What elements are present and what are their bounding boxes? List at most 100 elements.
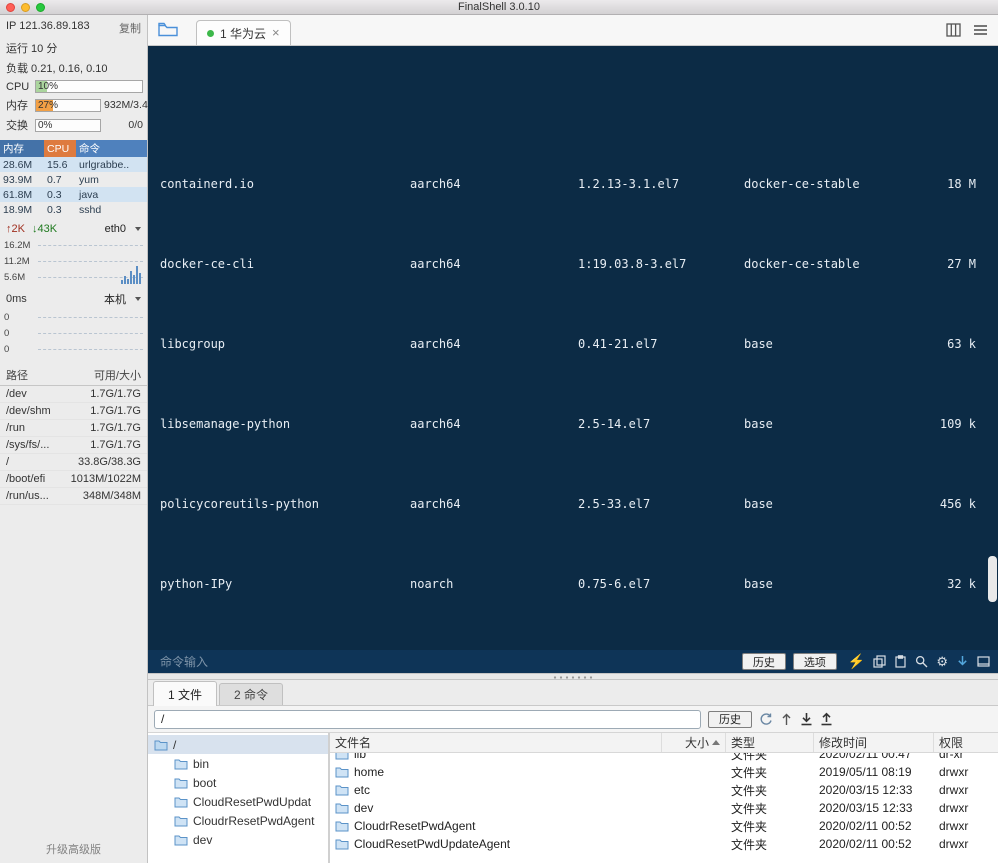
process-col-command[interactable]: 命令 <box>76 140 147 157</box>
terminal-package-line: policycoreutils-python aarch64 2.5-33.el… <box>160 497 976 511</box>
ping-header: 0ms 本机 <box>0 285 147 307</box>
terminal-scrollbar-thumb[interactable] <box>988 556 997 602</box>
menu-icon[interactable] <box>973 23 988 37</box>
copy-ip-button[interactable]: 复制 <box>119 20 141 36</box>
path-input[interactable]: / <box>154 709 701 729</box>
memory-progressbar: 27% <box>35 98 101 112</box>
window-title: FinalShell 3.0.10 <box>458 1 540 13</box>
cpu-progressbar: 10% <box>35 80 143 93</box>
disk-col-free[interactable]: 可用/大小 <box>59 365 147 386</box>
column-size[interactable]: 大小 <box>662 733 726 752</box>
folder-icon <box>335 785 349 796</box>
bottom-panel: 1 文件 2 命令 / 历史 / bin boot CloudResetPwdU… <box>148 680 998 863</box>
close-tab-icon[interactable]: × <box>272 26 280 39</box>
column-type[interactable]: 类型 <box>726 733 814 752</box>
cpu-label: CPU <box>6 80 30 93</box>
terminal-package-line: libcgroup aarch64 0.41-21.el7 base 63 k <box>160 337 976 351</box>
sort-asc-icon <box>712 740 720 745</box>
disk-row: /dev/shm 1.7G/1.7G <box>0 402 147 420</box>
close-window-button[interactable] <box>6 3 15 12</box>
network-upload-rate: ↑2K <box>6 223 25 235</box>
connection-manager-folder-icon[interactable] <box>158 22 178 37</box>
process-col-cpu[interactable]: CPU <box>44 140 76 157</box>
terminal-package-line: python-IPy noarch 0.75-6.el7 base 32 k <box>160 577 976 591</box>
upgrade-premium-link[interactable]: 升级高级版 <box>0 841 147 857</box>
file-list-header: 文件名 大小 类型 修改时间 权限 <box>330 733 998 753</box>
bottom-tabbar: 1 文件 2 命令 <box>148 680 998 706</box>
paste-icon[interactable] <box>894 655 907 668</box>
disk-row: /sys/fs/... 1.7G/1.7G <box>0 436 147 454</box>
tree-item[interactable]: bin <box>148 754 328 773</box>
file-row[interactable]: etc 文件夹 2020/03/15 12:33 drwxr <box>330 781 998 799</box>
ping-graph: 0 0 0 <box>4 309 143 357</box>
terminal-output[interactable]: containerd.io aarch64 1.2.13-3.1.el7 doc… <box>148 46 998 650</box>
file-row[interactable]: lib 文件夹 2020/02/11 00:47 dr-xr <box>330 753 998 763</box>
tab-commands[interactable]: 2 命令 <box>219 683 284 705</box>
grid-view-icon[interactable] <box>946 23 961 37</box>
path-history-button[interactable]: 历史 <box>708 710 752 728</box>
column-mtime[interactable]: 修改时间 <box>814 733 934 752</box>
folder-icon <box>335 803 349 814</box>
swap-percent: 0% <box>38 119 53 131</box>
column-filename[interactable]: 文件名 <box>330 733 662 752</box>
zoom-window-button[interactable] <box>36 3 45 12</box>
swap-label: 交换 <box>6 120 28 132</box>
disk-row: /run 1.7G/1.7G <box>0 419 147 437</box>
file-row[interactable]: CloudResetPwdUpdateAgent 文件夹 2020/02/11 … <box>330 835 998 853</box>
command-options-button[interactable]: 选项 <box>792 653 837 670</box>
disk-table: 路径 可用/大小 /dev 1.7G/1.7G /dev/shm 1.7G/1.… <box>0 365 147 505</box>
settings-gear-icon[interactable]: ⚙ <box>936 655 948 668</box>
file-list: 文件名 大小 类型 修改时间 权限 lib 文件夹 2020/02/11 00:… <box>330 733 998 863</box>
disk-col-path[interactable]: 路径 <box>0 365 60 386</box>
cpu-meter: CPU 10% <box>0 78 147 95</box>
window-controls <box>6 3 45 12</box>
tree-item[interactable]: dev <box>148 830 328 849</box>
process-table: 内存 CPU 命令 28.6M 15.6 urlgrabbe.. 93.9M 0… <box>0 140 147 217</box>
chevron-down-icon <box>135 227 141 231</box>
command-history-button[interactable]: 历史 <box>741 653 786 670</box>
folder-icon <box>335 839 349 850</box>
column-permissions[interactable]: 权限 <box>934 733 998 752</box>
connected-status-dot <box>207 29 214 37</box>
session-tab-huaweicloud[interactable]: 1 华为云 × <box>196 20 291 45</box>
directory-tree: / bin boot CloudResetPwdUpdat CloudrRese… <box>148 733 330 863</box>
process-row: 28.6M 15.6 urlgrabbe.. <box>0 157 147 172</box>
minimize-panel-icon[interactable] <box>977 655 990 668</box>
file-row[interactable]: dev 文件夹 2020/03/15 12:33 drwxr <box>330 799 998 817</box>
process-row: 18.9M 0.3 sshd <box>3 203 102 216</box>
process-col-memory[interactable]: 内存 <box>0 140 44 157</box>
process-row: 61.8M 0.3 java <box>0 187 147 202</box>
search-icon[interactable] <box>915 655 928 668</box>
finalshell-window: FinalShell 3.0.10 IP 121.36.89.183 复制 运行… <box>0 0 998 863</box>
network-graph: 16.2M 11.2M 5.6M <box>4 237 143 285</box>
minimize-window-button[interactable] <box>21 3 30 12</box>
cpu-percent: 10% <box>38 81 59 92</box>
copy-icon[interactable] <box>873 655 886 668</box>
scroll-to-bottom-icon[interactable] <box>956 655 969 668</box>
memory-meter: 内存 27% 932M/3.4G <box>0 95 156 115</box>
quick-command-lightning-icon[interactable]: ⚡ <box>848 654 865 668</box>
download-icon[interactable] <box>800 712 813 726</box>
folder-icon <box>335 767 349 778</box>
ping-target-selector[interactable]: 本机 <box>104 291 126 307</box>
network-interface-selector[interactable]: eth0 <box>105 223 126 235</box>
tree-item[interactable]: CloudrResetPwdAgent <box>148 811 328 830</box>
uptime-text: 运行 10 分 <box>6 43 58 55</box>
upload-icon[interactable] <box>820 712 833 726</box>
swap-meter: 交换 0% 0/0 <box>0 115 147 135</box>
ping-scale-label: 0 <box>4 343 10 355</box>
file-row[interactable]: CloudrResetPwdAgent 文件夹 2020/02/11 00:52… <box>330 817 998 835</box>
refresh-icon[interactable] <box>759 712 773 726</box>
command-input[interactable]: 命令输入 <box>160 653 735 670</box>
network-scale-label: 11.2M <box>4 255 30 267</box>
disk-row: /run/us... 348M/348M <box>0 487 147 505</box>
tab-files[interactable]: 1 文件 <box>153 681 218 706</box>
chevron-down-icon <box>135 297 141 301</box>
file-row[interactable]: home 文件夹 2019/05/11 08:19 drwxr <box>330 763 998 781</box>
tree-item[interactable]: boot <box>148 773 328 792</box>
tree-item[interactable]: CloudResetPwdUpdat <box>148 792 328 811</box>
tree-item-root[interactable]: / <box>148 735 328 754</box>
parent-directory-icon[interactable] <box>780 712 793 726</box>
panel-splitter[interactable] <box>148 673 998 680</box>
swap-detail: 0/0 <box>128 119 143 131</box>
